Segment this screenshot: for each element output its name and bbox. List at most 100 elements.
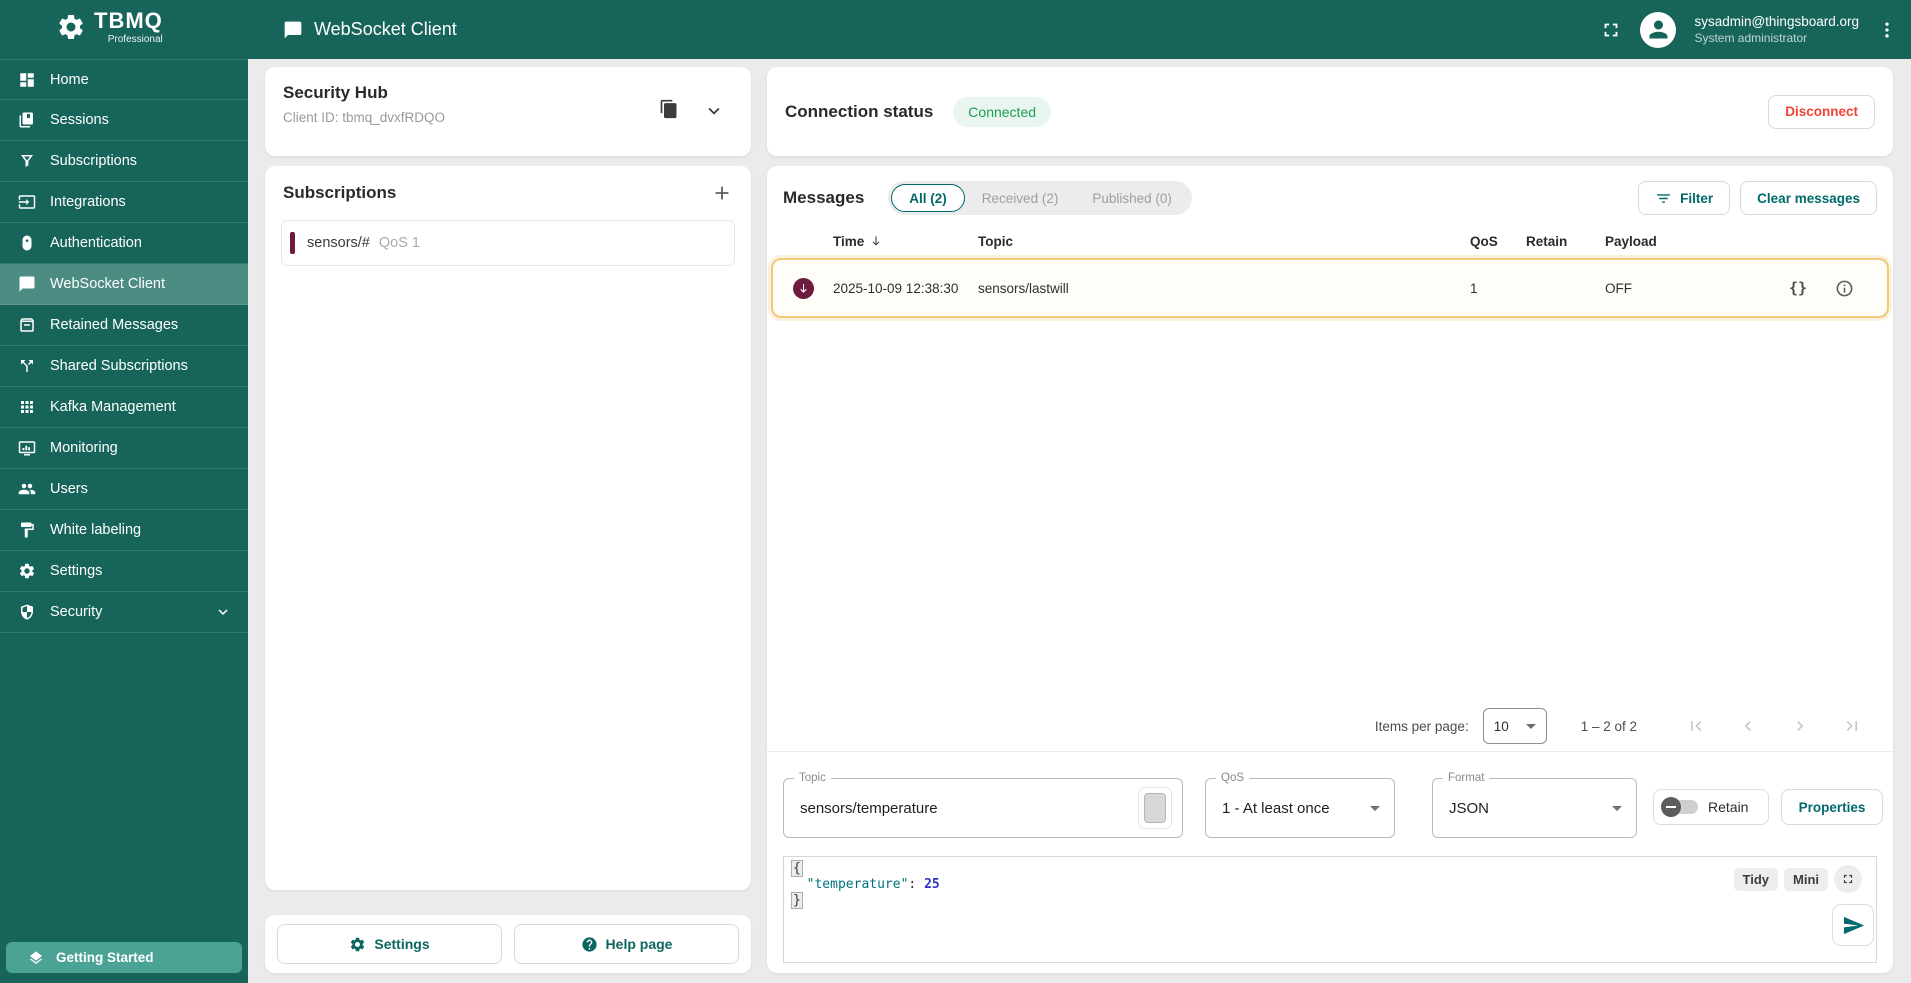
chat-bubble-icon — [283, 20, 303, 40]
sidebar-item-label: Subscriptions — [50, 153, 138, 169]
subscriptions-title: Subscriptions — [283, 183, 397, 202]
chevron-left-icon — [1738, 716, 1758, 736]
clear-messages-button[interactable]: Clear messages — [1740, 181, 1877, 215]
sidebar-item-subscriptions[interactable]: Subscriptions — [0, 141, 248, 182]
publish-qos-select[interactable]: QoS 1 - At least once — [1205, 772, 1395, 838]
sidebar-item-label: Integrations — [50, 194, 126, 210]
payload-editor[interactable]: { "temperature": 25 } Tidy Mini — [783, 856, 1877, 963]
sidebar-item-users[interactable]: Users — [0, 469, 248, 510]
properties-button[interactable]: Properties — [1781, 789, 1883, 825]
dashboard-icon — [18, 71, 36, 89]
publish-topic-field[interactable]: Topic sensors/temperature — [783, 772, 1183, 838]
pagination-range: 1 – 2 of 2 — [1580, 718, 1637, 734]
connection-status-title: Connection status — [785, 101, 934, 121]
sidebar-item-authentication[interactable]: Authentication — [0, 223, 248, 264]
sidebar-item-integrations[interactable]: Integrations — [0, 182, 248, 223]
logo-title: TBMQ — [94, 8, 163, 33]
pagination-prev-button[interactable] — [1733, 716, 1763, 736]
getting-started-button[interactable]: Getting Started — [6, 942, 242, 973]
message-topic: sensors/lastwill — [978, 280, 1069, 296]
connection-status-card: Connection status Connected Disconnect — [767, 67, 1893, 156]
subscription-topic: sensors/# — [307, 235, 370, 251]
filter-button[interactable]: Filter — [1638, 181, 1731, 215]
message-row[interactable]: 2025-10-09 12:38:30 sensors/lastwill 1 O… — [771, 258, 1889, 318]
gear-icon — [18, 562, 36, 580]
subscription-item[interactable]: sensors/# QoS 1 — [281, 220, 735, 266]
logo-subtitle: Professional — [107, 34, 163, 45]
disconnect-button[interactable]: Disconnect — [1768, 94, 1875, 129]
color-swatch — [1144, 793, 1166, 823]
sidebar-item-label: Security — [50, 604, 103, 620]
sidebar-item-monitoring[interactable]: Monitoring — [0, 428, 248, 469]
sidebar-item-sessions[interactable]: Sessions — [0, 100, 248, 141]
sidebar-item-shared-subscriptions[interactable]: Shared Subscriptions — [0, 346, 248, 387]
column-time-label: Time — [833, 233, 865, 249]
format-field-label: Format — [1443, 772, 1490, 784]
messages-tab-group: All (2) Received (2) Published (0) — [888, 181, 1192, 215]
messages-title: Messages — [783, 188, 865, 207]
payload-editor-code: { "temperature": 25 } — [784, 857, 1876, 909]
fullscreen-button[interactable] — [1600, 19, 1622, 41]
sidebar-item-white-labeling[interactable]: White labeling — [0, 510, 248, 551]
chevron-right-icon — [1790, 716, 1810, 736]
tab-published[interactable]: Published (0) — [1075, 184, 1189, 212]
sidebar-item-websocket-client[interactable]: WebSocket Client — [0, 264, 248, 305]
copy-icon — [659, 99, 679, 119]
user-email: sysadmin@thingsboard.org — [1694, 13, 1859, 29]
paint-icon — [18, 521, 36, 539]
caret-down-icon — [1370, 805, 1380, 811]
publish-format-select[interactable]: Format JSON — [1432, 772, 1637, 838]
help-icon — [581, 936, 598, 953]
last-page-icon — [1842, 716, 1862, 736]
column-topic-label: Topic — [978, 233, 1013, 249]
payload-json-button[interactable]: {} — [1775, 279, 1821, 297]
sidebar-item-kafka-management[interactable]: Kafka Management — [0, 387, 248, 428]
column-qos-label: QoS — [1470, 233, 1498, 249]
sidebar-item-label: Users — [50, 481, 88, 497]
received-direction-badge — [793, 277, 814, 299]
pagination-first-button[interactable] — [1681, 716, 1711, 736]
help-page-label: Help page — [605, 936, 673, 952]
json-key: "temperature" — [806, 877, 909, 892]
sidebar-item-label: White labeling — [50, 522, 142, 538]
help-page-button[interactable]: Help page — [514, 924, 739, 964]
tab-received[interactable]: Received (2) — [965, 184, 1076, 212]
archive-icon — [18, 316, 36, 334]
tbmq-logo[interactable]: TBMQ Professional — [56, 8, 163, 45]
expand-security-hub-button[interactable] — [703, 100, 725, 122]
pagination-next-button[interactable] — [1785, 716, 1815, 736]
message-info-button[interactable] — [1821, 279, 1867, 298]
sessions-book-icon — [18, 111, 36, 129]
retain-toggle-control[interactable]: Retain — [1653, 789, 1769, 825]
sidebar-item-label: Settings — [50, 563, 103, 579]
sidebar-item-security[interactable]: Security — [0, 592, 248, 633]
mini-button[interactable]: Mini — [1784, 867, 1828, 891]
sidebar: Home Sessions Subscriptions Integrations… — [0, 59, 248, 983]
copy-client-id-button[interactable] — [659, 99, 679, 119]
chevron-down-icon — [214, 603, 232, 621]
send-message-button[interactable] — [1832, 904, 1874, 946]
sidebar-item-home[interactable]: Home — [0, 59, 248, 100]
column-time-sort[interactable]: Time — [833, 234, 978, 249]
pagination-last-button[interactable] — [1837, 716, 1867, 736]
tidy-button[interactable]: Tidy — [1733, 867, 1778, 891]
topic-color-swatch-button[interactable] — [1138, 787, 1172, 829]
retain-toggle[interactable] — [1661, 797, 1698, 817]
sidebar-item-label: Retained Messages — [50, 317, 179, 333]
send-icon — [1842, 914, 1865, 937]
sidebar-item-label: Home — [50, 71, 89, 88]
add-subscription-button[interactable] — [711, 182, 733, 204]
items-per-page-select[interactable]: 10 — [1482, 708, 1547, 744]
call-split-icon — [18, 357, 36, 375]
client-settings-button[interactable]: Settings — [277, 924, 502, 964]
more-menu-button[interactable] — [1877, 20, 1897, 40]
apps-grid-icon — [18, 398, 36, 416]
sidebar-item-settings[interactable]: Settings — [0, 551, 248, 592]
sidebar-item-label: WebSocket Client — [50, 276, 165, 292]
editor-fullscreen-button[interactable] — [1834, 865, 1862, 893]
avatar[interactable] — [1640, 11, 1677, 48]
caret-down-icon — [1612, 805, 1622, 811]
tab-all[interactable]: All (2) — [891, 184, 965, 212]
topic-field-label: Topic — [794, 772, 831, 784]
sidebar-item-retained-messages[interactable]: Retained Messages — [0, 305, 248, 346]
